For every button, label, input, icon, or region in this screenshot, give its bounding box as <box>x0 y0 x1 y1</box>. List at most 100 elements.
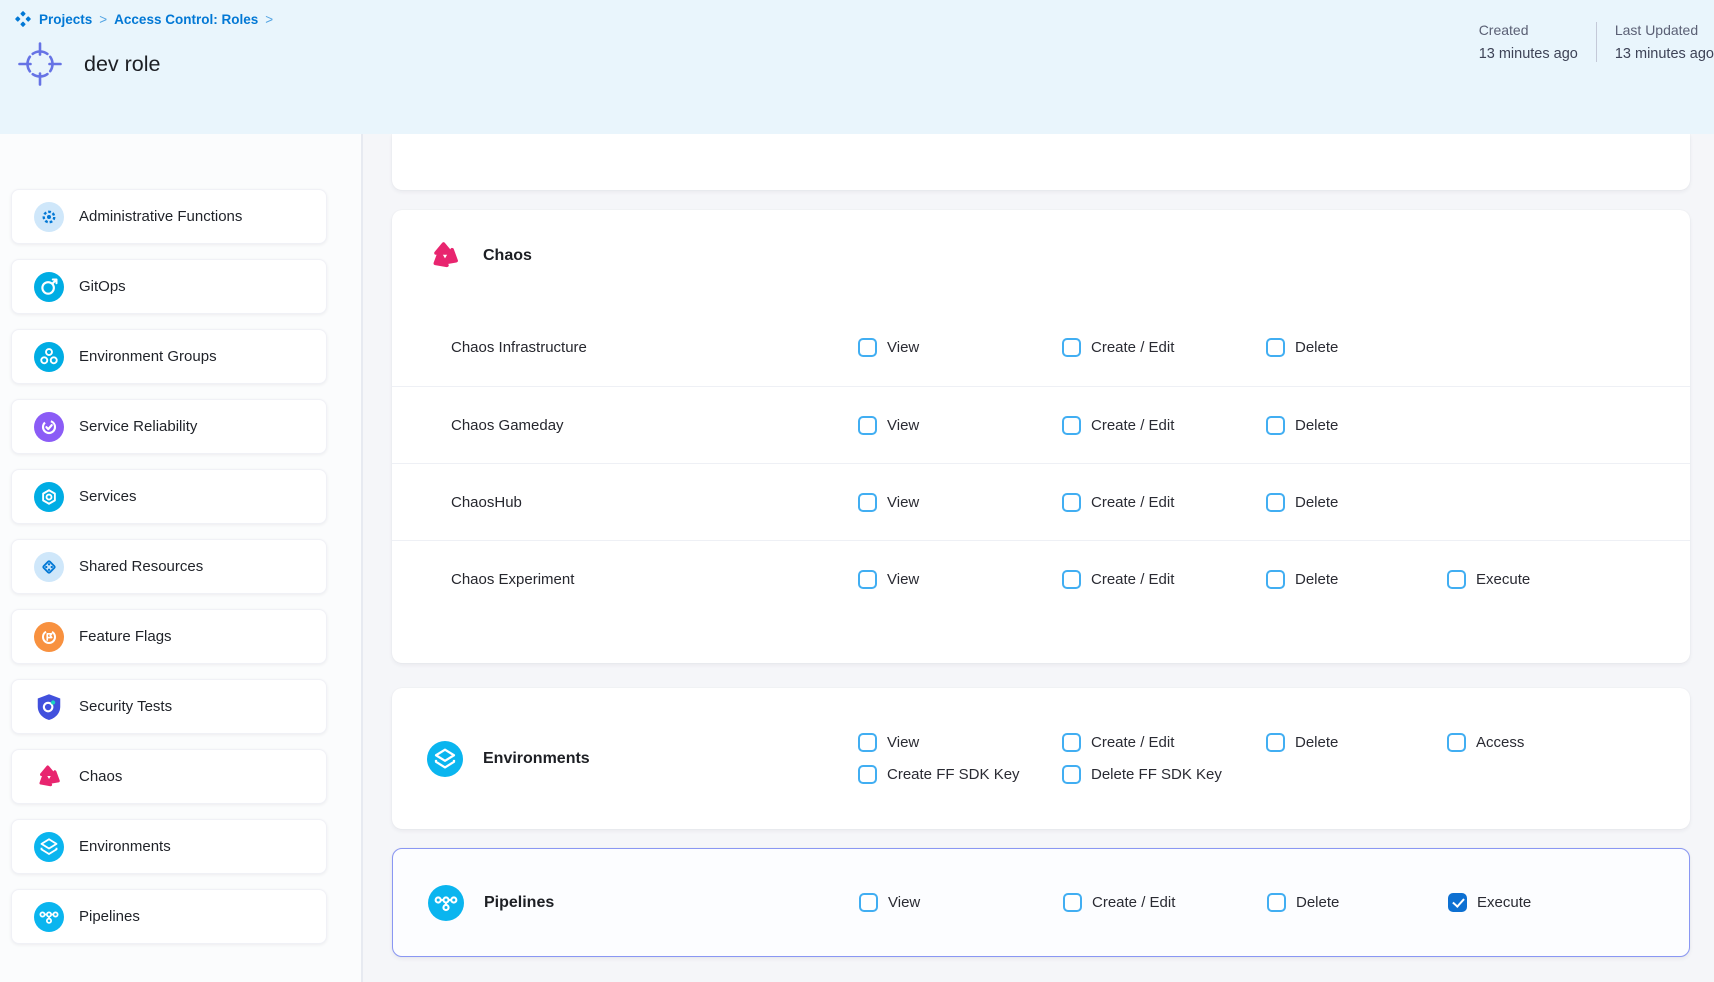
sidebar-item-pipelines[interactable]: Pipelines <box>11 889 327 944</box>
permission-checkbox-view[interactable]: View <box>858 570 1062 589</box>
checkbox-label: Create / Edit <box>1092 894 1175 911</box>
checkbox[interactable] <box>1448 893 1467 912</box>
checkbox[interactable] <box>1062 733 1081 752</box>
checkbox-label: Delete <box>1295 571 1338 588</box>
permission-checkbox-delete[interactable]: Delete <box>1266 416 1447 435</box>
permission-checkbox-create-edit[interactable]: Create / Edit <box>1062 733 1266 752</box>
sidebar-item-gitops[interactable]: GitOps <box>11 259 327 314</box>
checkbox-label: View <box>888 894 920 911</box>
checkbox-label: Delete FF SDK Key <box>1091 766 1222 783</box>
checkbox-label: Delete <box>1295 494 1338 511</box>
checkbox[interactable] <box>1062 765 1081 784</box>
permission-checkbox-delete[interactable]: Delete <box>1266 733 1447 752</box>
security-tests-icon <box>34 692 64 722</box>
checkbox-label: Create FF SDK Key <box>887 766 1020 783</box>
role-crosshair-icon <box>18 42 62 86</box>
checkbox-label: Create / Edit <box>1091 339 1174 356</box>
checkbox[interactable] <box>1447 733 1466 752</box>
services-icon <box>34 482 64 512</box>
created-value: 13 minutes ago <box>1479 46 1578 62</box>
checkbox[interactable] <box>1062 493 1081 512</box>
permission-checkbox-view[interactable]: View <box>858 493 1062 512</box>
permission-checkbox-create-ff-sdk-key[interactable]: Create FF SDK Key <box>858 765 1062 784</box>
last-updated-label: Last Updated <box>1615 22 1714 38</box>
chaos-icon <box>34 762 64 792</box>
shared-resources-icon <box>34 552 64 582</box>
checkbox[interactable] <box>859 893 878 912</box>
title-row: dev role <box>18 42 1714 86</box>
checkbox[interactable] <box>1267 893 1286 912</box>
environment-groups-icon <box>34 342 64 372</box>
sidebar-item-label: Environment Groups <box>79 348 217 365</box>
checkbox-label: Create / Edit <box>1091 734 1174 751</box>
feature-flags-icon <box>34 622 64 652</box>
checkbox[interactable] <box>1266 338 1285 357</box>
checkbox[interactable] <box>858 338 877 357</box>
permission-checkbox-create-edit[interactable]: Create / Edit <box>1062 493 1266 512</box>
resource-label: Chaos Gameday <box>392 417 858 434</box>
permission-checkbox-create-edit[interactable]: Create / Edit <box>1063 893 1267 912</box>
checkbox[interactable] <box>1266 493 1285 512</box>
permission-row-chaos-experiment: Chaos Experiment View Create / Edit Dele… <box>392 540 1690 617</box>
breadcrumb-roles-link[interactable]: Access Control: Roles <box>114 12 258 27</box>
sidebar-item-label: Administrative Functions <box>79 208 242 225</box>
permission-checkbox-view[interactable]: View <box>858 338 1062 357</box>
checkbox[interactable] <box>1266 733 1285 752</box>
environments-icon <box>427 741 463 777</box>
pipelines-icon <box>34 902 64 932</box>
permission-checkbox-access[interactable]: Access <box>1447 733 1690 752</box>
sidebar-item-shared-resources[interactable]: Shared Resources <box>11 539 327 594</box>
sidebar-item-chaos[interactable]: Chaos <box>11 749 327 804</box>
permission-checkbox-delete[interactable]: Delete <box>1266 493 1447 512</box>
sidebar-item-security-tests[interactable]: Security Tests <box>11 679 327 734</box>
sidebar-item-label: Environments <box>79 838 171 855</box>
permission-checkbox-create-edit[interactable]: Create / Edit <box>1062 338 1266 357</box>
checkbox[interactable] <box>858 570 877 589</box>
permission-checkbox-delete[interactable]: Delete <box>1267 893 1448 912</box>
permission-row: View Create / Edit Delete Execute <box>859 893 1689 912</box>
section-header: Pipelines <box>428 885 859 921</box>
checkbox-label: Create / Edit <box>1091 571 1174 588</box>
permission-row-chaos-infrastructure: Chaos Infrastructure View Create / Edit … <box>392 309 1690 386</box>
checkbox[interactable] <box>858 765 877 784</box>
resource-label: Chaos Experiment <box>392 571 858 588</box>
sidebar-item-administrative-functions[interactable]: Administrative Functions <box>11 189 327 244</box>
meta-divider <box>1596 22 1597 62</box>
checkbox-label: Access <box>1476 734 1524 751</box>
sidebar-item-feature-flags[interactable]: Feature Flags <box>11 609 327 664</box>
checkbox[interactable] <box>1266 570 1285 589</box>
permission-checkbox-create-edit[interactable]: Create / Edit <box>1062 416 1266 435</box>
sidebar-item-environment-groups[interactable]: Environment Groups <box>11 329 327 384</box>
resource-sidebar: Administrative Functions GitOps Environm… <box>0 134 363 982</box>
permission-checkbox-delete[interactable]: Delete <box>1266 338 1447 357</box>
section-card-pipelines: Pipelines View Create / Edit Delete <box>392 848 1690 957</box>
checkbox[interactable] <box>1266 416 1285 435</box>
breadcrumb-projects-link[interactable]: Projects <box>39 12 92 27</box>
checkbox-label: Delete <box>1295 734 1338 751</box>
permission-checkbox-create-edit[interactable]: Create / Edit <box>1062 570 1266 589</box>
permission-checkbox-delete-ff-sdk-key[interactable]: Delete FF SDK Key <box>1062 765 1266 784</box>
sidebar-item-environments[interactable]: Environments <box>11 819 327 874</box>
permission-checkbox-view[interactable]: View <box>859 893 1063 912</box>
section-header: Chaos <box>392 238 1690 274</box>
checkbox[interactable] <box>1447 570 1466 589</box>
checkbox[interactable] <box>1062 416 1081 435</box>
permission-checkbox-view[interactable]: View <box>858 416 1062 435</box>
checkbox[interactable] <box>1063 893 1082 912</box>
checkbox[interactable] <box>1062 570 1081 589</box>
checkbox[interactable] <box>858 493 877 512</box>
checkbox[interactable] <box>858 416 877 435</box>
environments-icon <box>34 832 64 862</box>
permission-checkbox-execute[interactable]: Execute <box>1448 893 1689 912</box>
checkbox-label: Create / Edit <box>1091 494 1174 511</box>
permission-checkbox-view[interactable]: View <box>858 733 1062 752</box>
checkbox-label: Execute <box>1477 894 1531 911</box>
checkbox-label: View <box>887 339 919 356</box>
permission-checkbox-delete[interactable]: Delete <box>1266 570 1447 589</box>
permission-checkbox-execute[interactable]: Execute <box>1447 570 1690 589</box>
checkbox[interactable] <box>858 733 877 752</box>
sidebar-item-service-reliability[interactable]: Service Reliability <box>11 399 327 454</box>
pipelines-icon <box>428 885 464 921</box>
sidebar-item-services[interactable]: Services <box>11 469 327 524</box>
checkbox[interactable] <box>1062 338 1081 357</box>
